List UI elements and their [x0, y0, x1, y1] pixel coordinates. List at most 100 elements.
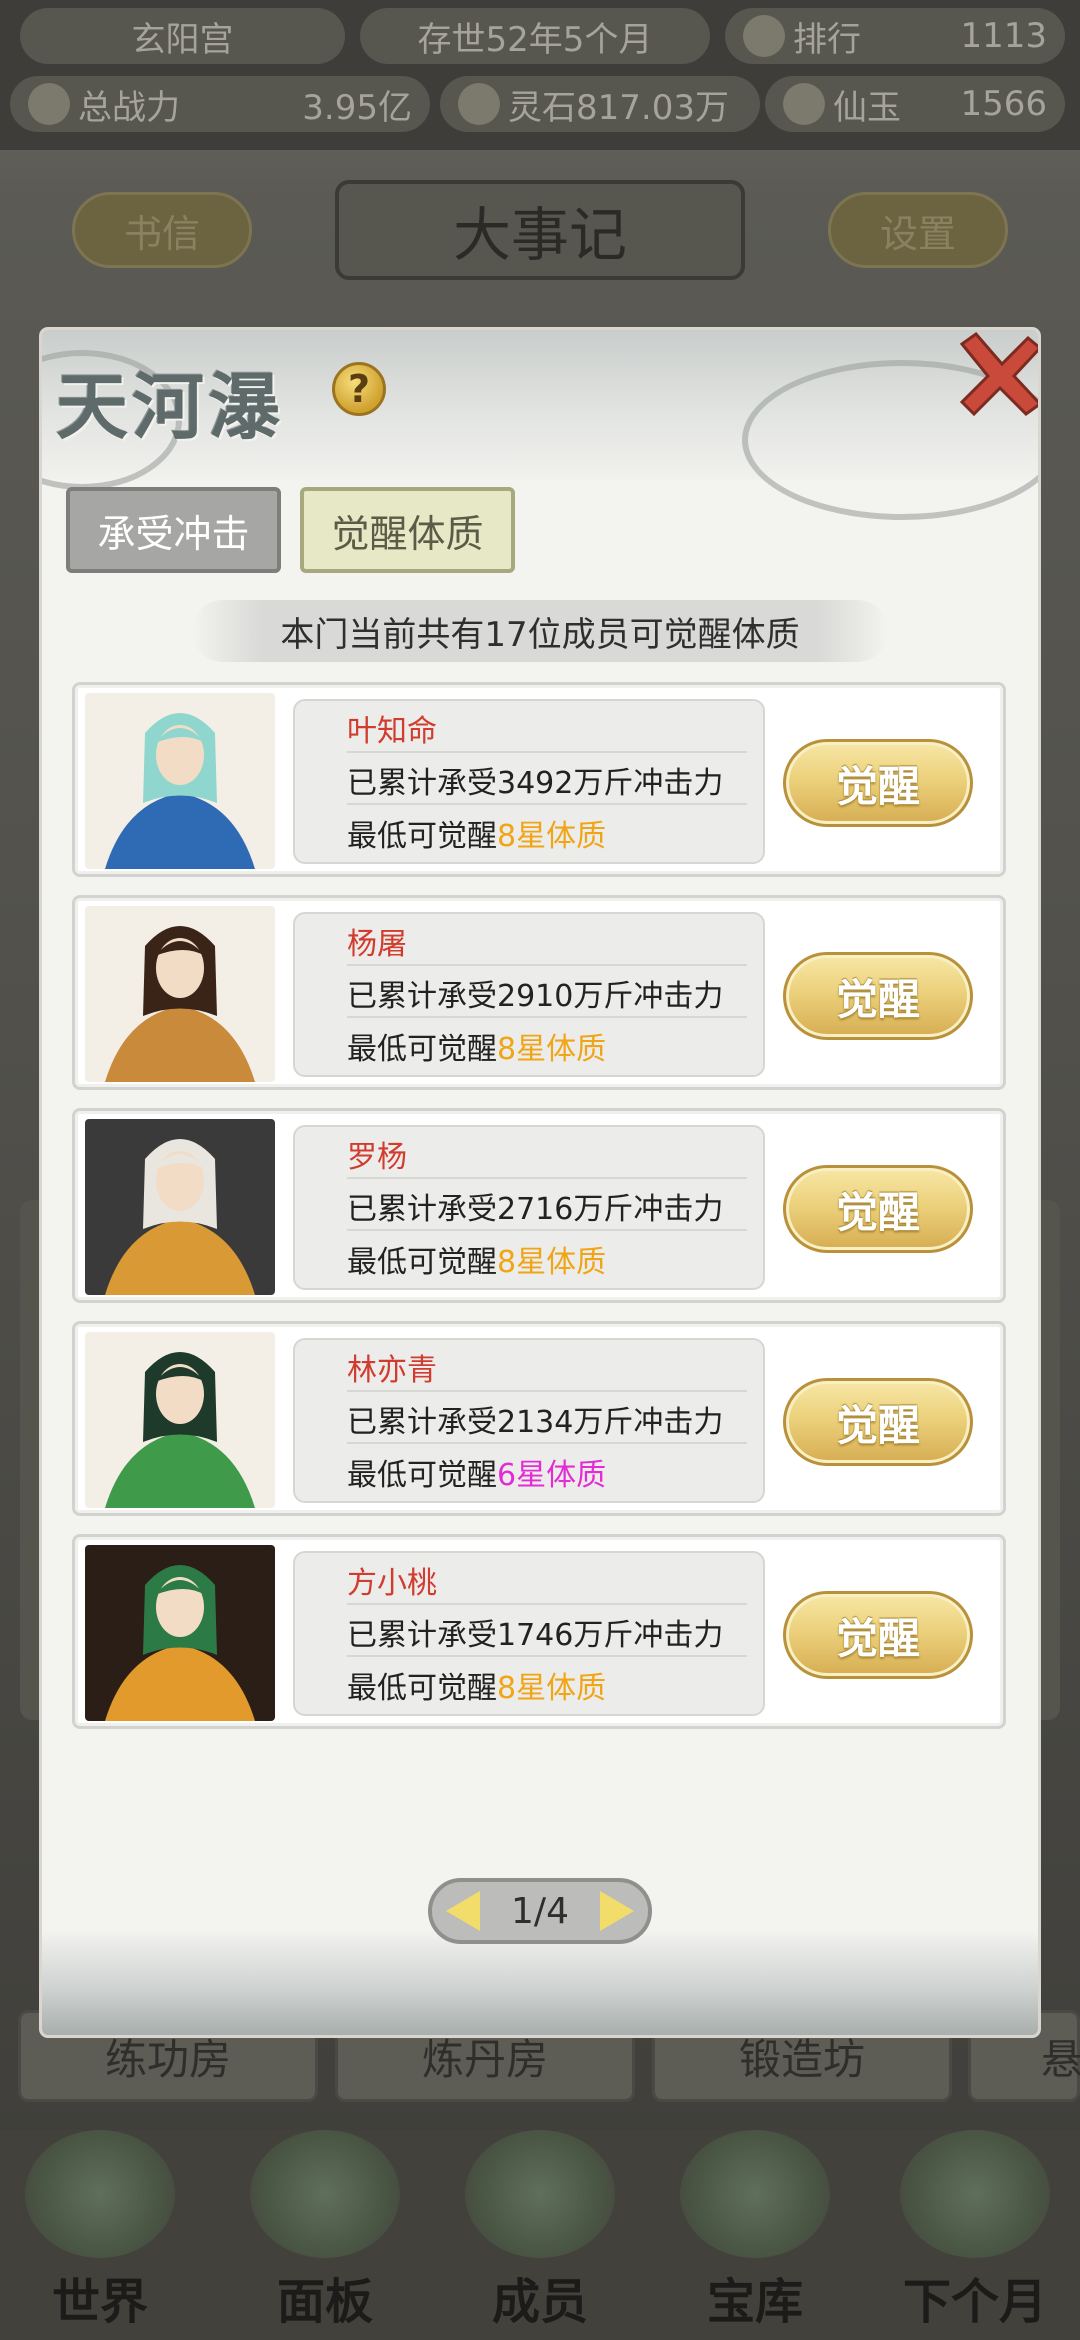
power-pill: 总战力 3.95亿 — [10, 76, 430, 132]
member-min-tier: 最低可觉醒 8星体质 — [347, 1235, 747, 1283]
nav-next-month-label: 下个月 — [902, 2274, 1047, 2330]
tier-value: 6星体质 — [497, 1458, 607, 1493]
letters-button[interactable]: 书信 — [72, 192, 252, 268]
member-portrait[interactable] — [85, 1332, 275, 1508]
member-impact: 已累计承受3492万斤冲击力 — [347, 757, 747, 805]
rank-label: 排行 — [793, 19, 861, 60]
spirit-stone-pill[interactable]: 灵石817.03万 — [440, 76, 760, 132]
member-info: 林亦青 已累计承受2134万斤冲击力 最低可觉醒 6星体质 — [293, 1338, 765, 1503]
awaken-button[interactable]: 觉醒 — [783, 1165, 973, 1253]
status-row-1: 玄阳宫 存世52年5个月 排行 1113 — [0, 8, 1080, 70]
member-name: 方小桃 — [347, 1557, 747, 1605]
nav-world[interactable]: 世界 — [0, 2130, 200, 2340]
member-card: 林亦青 已累计承受2134万斤冲击力 最低可觉醒 6星体质 觉醒 — [72, 1321, 1006, 1516]
power-icon — [28, 83, 70, 125]
jade-pill[interactable]: 仙玉 1566 — [765, 76, 1065, 132]
tier-value: 8星体质 — [497, 819, 607, 854]
member-info: 方小桃 已累计承受1746万斤冲击力 最低可觉醒 8星体质 — [293, 1551, 765, 1716]
tab-awaken-constitution[interactable]: 觉醒体质 — [300, 487, 515, 573]
member-info: 罗杨 已累计承受2716万斤冲击力 最低可觉醒 8星体质 — [293, 1125, 765, 1290]
nav-next-month[interactable]: 下个月 — [870, 2130, 1080, 2340]
member-portrait[interactable] — [85, 906, 275, 1082]
jade-value: 1566 — [960, 84, 1047, 124]
tier-value: 8星体质 — [497, 1032, 607, 1067]
member-min-tier: 最低可觉醒 8星体质 — [347, 809, 747, 857]
nav-treasury-label: 宝库 — [706, 2274, 803, 2330]
members-icon — [465, 2130, 615, 2258]
dialog-tabs: 承受冲击 觉醒体质 — [66, 487, 666, 577]
member-portrait[interactable] — [85, 693, 275, 869]
member-impact: 已累计承受1746万斤冲击力 — [347, 1609, 747, 1657]
min-tier-prefix: 最低可觉醒 — [347, 1458, 497, 1493]
prev-page-icon[interactable] — [446, 1891, 480, 1931]
member-card: 方小桃 已累计承受1746万斤冲击力 最低可觉醒 8星体质 觉醒 — [72, 1534, 1006, 1729]
panel-icon — [250, 2130, 400, 2258]
member-impact: 已累计承受2716万斤冲击力 — [347, 1183, 747, 1231]
sect-age-text: 存世52年5个月 — [417, 19, 653, 60]
member-min-tier: 最低可觉醒 6星体质 — [347, 1448, 747, 1496]
nav-panel[interactable]: 面板 — [225, 2130, 425, 2340]
treasury-icon — [680, 2130, 830, 2258]
spirit-stone-value: 灵石817.03万 — [508, 87, 729, 128]
tab-bear-impact[interactable]: 承受冲击 — [66, 487, 281, 573]
tier-value: 8星体质 — [497, 1245, 607, 1280]
nav-panel-label: 面板 — [276, 2274, 373, 2330]
pager: 1/4 — [428, 1878, 652, 1944]
member-card: 杨屠 已累计承受2910万斤冲击力 最低可觉醒 8星体质 觉醒 — [72, 895, 1006, 1090]
dialog-title: 天河瀑 — [56, 364, 285, 449]
member-impact: 已累计承受2910万斤冲击力 — [347, 970, 747, 1018]
sect-age: 存世52年5个月 — [360, 8, 710, 64]
min-tier-prefix: 最低可觉醒 — [347, 1245, 497, 1280]
member-card: 叶知命 已累计承受3492万斤冲击力 最低可觉醒 8星体质 觉醒 — [72, 682, 1006, 877]
member-portrait[interactable] — [85, 1545, 275, 1721]
member-impact: 已累计承受2134万斤冲击力 — [347, 1396, 747, 1444]
member-name: 叶知命 — [347, 705, 747, 753]
nav-treasury[interactable]: 宝库 — [655, 2130, 855, 2340]
help-icon[interactable]: ? — [332, 362, 386, 416]
member-name: 林亦青 — [347, 1344, 747, 1392]
close-icon[interactable] — [956, 330, 1038, 420]
nav-world-label: 世界 — [51, 2274, 148, 2330]
rank-pill[interactable]: 排行 1113 — [725, 8, 1065, 64]
power-value: 3.95亿 — [302, 87, 412, 128]
next-month-icon — [900, 2130, 1050, 2258]
next-page-icon[interactable] — [600, 1891, 634, 1931]
settings-button[interactable]: 设置 — [828, 192, 1008, 268]
page-indicator: 1/4 — [511, 1890, 569, 1932]
awaken-button[interactable]: 觉醒 — [783, 1591, 973, 1679]
top-status-bar: 玄阳宫 存世52年5个月 排行 1113 总战力 3.95亿 灵石817.03万… — [0, 0, 1080, 150]
spirit-stone-icon — [458, 83, 500, 125]
world-icon — [25, 2130, 175, 2258]
awaken-dialog: 天河瀑 ? 承受冲击 觉醒体质 本门当前共有17位成员可觉醒体质 叶知命 已累计承… — [42, 330, 1038, 2035]
min-tier-prefix: 最低可觉醒 — [347, 1671, 497, 1706]
bottom-navigation: 世界 面板 成员 宝库 下个月 — [0, 2130, 1080, 2340]
min-tier-prefix: 最低可觉醒 — [347, 819, 497, 854]
jade-label: 仙玉 — [833, 87, 901, 128]
member-portrait[interactable] — [85, 1119, 275, 1295]
member-min-tier: 最低可觉醒 8星体质 — [347, 1661, 747, 1709]
dialog-footer — [42, 1930, 1038, 2035]
awaken-button[interactable]: 觉醒 — [783, 952, 973, 1040]
member-card: 罗杨 已累计承受2716万斤冲击力 最低可觉醒 8星体质 觉醒 — [72, 1108, 1006, 1303]
min-tier-prefix: 最低可觉醒 — [347, 1032, 497, 1067]
sub-toolbar: 书信 大事记 设置 — [0, 170, 1080, 290]
member-info: 杨屠 已累计承受2910万斤冲击力 最低可觉醒 8星体质 — [293, 912, 765, 1077]
member-info: 叶知命 已累计承受3492万斤冲击力 最低可觉醒 8星体质 — [293, 699, 765, 864]
eligible-members-banner: 本门当前共有17位成员可觉醒体质 — [192, 600, 888, 662]
rank-value: 1113 — [960, 16, 1047, 56]
member-name: 杨屠 — [347, 918, 747, 966]
nav-members-label: 成员 — [491, 2274, 588, 2330]
power-label: 总战力 — [78, 87, 180, 128]
awaken-button[interactable]: 觉醒 — [783, 1378, 973, 1466]
event-log-title: 大事记 — [335, 180, 745, 280]
jade-icon — [783, 83, 825, 125]
member-min-tier: 最低可觉醒 8星体质 — [347, 1022, 747, 1070]
tier-value: 8星体质 — [497, 1671, 607, 1706]
status-row-2: 总战力 3.95亿 灵石817.03万 仙玉 1566 — [0, 76, 1080, 138]
member-name: 罗杨 — [347, 1131, 747, 1179]
awaken-button[interactable]: 觉醒 — [783, 739, 973, 827]
sect-name-text: 玄阳宫 — [131, 19, 234, 60]
nav-members[interactable]: 成员 — [440, 2130, 640, 2340]
sect-name[interactable]: 玄阳宫 — [20, 8, 345, 64]
pagoda-icon — [743, 15, 785, 57]
